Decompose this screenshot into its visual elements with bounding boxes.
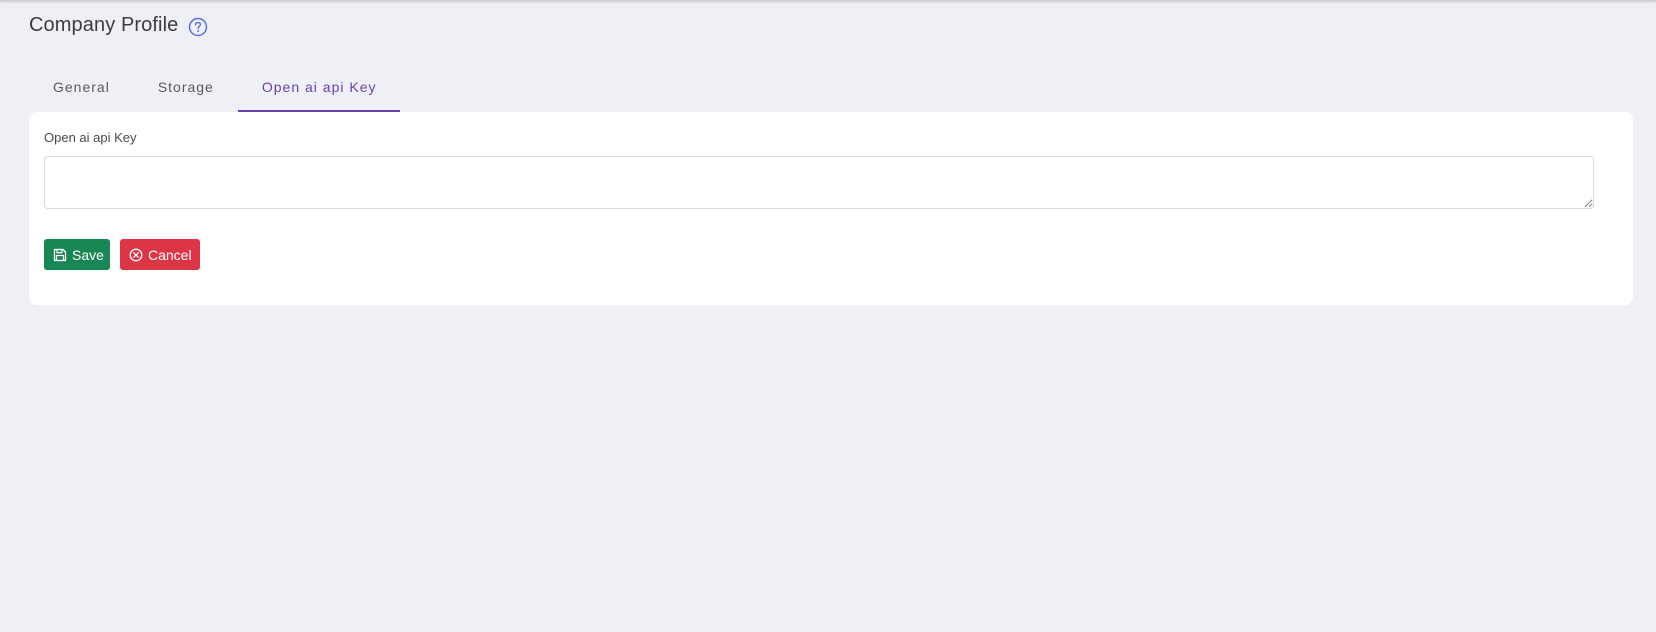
save-button[interactable]: Save <box>44 239 110 270</box>
tab-open-ai-api-key[interactable]: Open ai api Key <box>237 70 401 112</box>
tab-general[interactable]: General <box>29 70 134 112</box>
cancel-button[interactable]: Cancel <box>120 239 200 270</box>
tab-label: Storage <box>157 79 214 95</box>
floppy-disk-icon <box>53 248 67 262</box>
tab-label: General <box>53 79 110 95</box>
cancel-button-label: Cancel <box>148 246 192 263</box>
help-icon[interactable] <box>188 17 208 37</box>
save-button-label: Save <box>72 246 104 263</box>
page-title: Company Profile <box>29 13 179 36</box>
open-ai-api-key-label: Open ai api Key <box>44 130 137 145</box>
tab-storage[interactable]: Storage <box>134 70 238 112</box>
open-ai-api-key-textarea[interactable] <box>44 156 1594 209</box>
page-header: Company Profile <box>29 13 208 37</box>
x-circle-icon <box>129 248 143 262</box>
tab-label: Open ai api Key <box>261 79 377 95</box>
settings-card: Open ai api Key Save Cancel <box>29 112 1633 305</box>
top-bar-shadow <box>0 0 1656 2</box>
tab-bar: General Storage Open ai api Key <box>29 70 401 112</box>
